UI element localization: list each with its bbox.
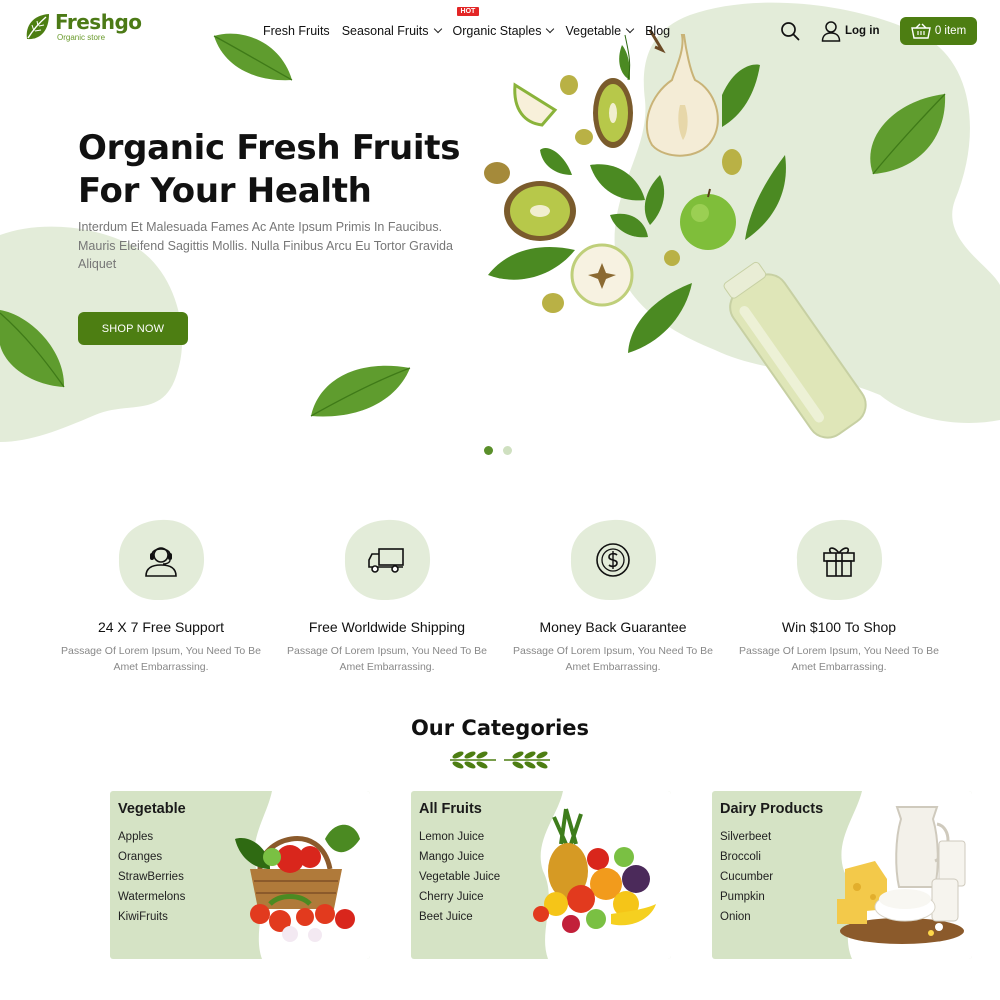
- brand-name: Freshgo: [55, 10, 142, 34]
- feature-title: Free Worldwide Shipping: [308, 619, 466, 635]
- category-list-item[interactable]: Apples: [118, 827, 185, 847]
- cart-label: 0 item: [934, 25, 967, 37]
- login-label: Log in: [845, 25, 880, 37]
- category-card-fruits[interactable]: All Fruits Lemon Juice Mango Juice Veget…: [411, 791, 671, 959]
- basket-icon: [910, 23, 931, 39]
- slider-dots: [484, 446, 512, 455]
- nav-item-seasonal-fruits[interactable]: Seasonal Fruits: [341, 24, 442, 38]
- feature-item: Free Worldwide Shipping Passage Of Lorem…: [274, 518, 500, 675]
- category-list-item[interactable]: Lemon Juice: [419, 827, 500, 847]
- user-icon: [821, 21, 841, 42]
- feature-icon-badge: [794, 518, 884, 602]
- feature-description: Passage Of Lorem Ipsum, You Need To Be A…: [61, 645, 262, 673]
- nav-label: Blog: [645, 24, 671, 38]
- gift-box-icon: [823, 547, 855, 577]
- cart-button[interactable]: 0 item: [900, 17, 977, 45]
- category-title: Dairy Products: [720, 801, 824, 817]
- feature-item: Money Back Guarantee Passage Of Lorem Ip…: [500, 518, 726, 675]
- feature-icon-badge: [342, 518, 432, 602]
- feature-description: Passage Of Lorem Ipsum, You Need To Be A…: [739, 645, 940, 673]
- vegetable-basket-image: [235, 824, 360, 942]
- feature-description: Passage Of Lorem Ipsum, You Need To Be A…: [513, 645, 714, 673]
- basil-leaf-icon: [870, 93, 946, 175]
- feature-item: 24 X 7 Free Support Passage Of Lorem Ips…: [48, 518, 274, 675]
- fruit-pile-image: [533, 808, 656, 933]
- main-nav: Fresh Fruits Seasonal Fruits HOT Organic…: [263, 7, 682, 38]
- hero-right-blob: [614, 2, 1000, 423]
- category-card-vegetable[interactable]: Vegetable Apples Oranges StrawBerries Wa…: [110, 791, 370, 959]
- basil-leaf-icon: [310, 365, 411, 417]
- chevron-down-icon: [433, 24, 442, 34]
- dollar-coin-icon: [596, 543, 630, 577]
- leaf-logo-icon: [26, 14, 49, 40]
- slider-dot-1[interactable]: [484, 446, 493, 455]
- category-title: All Fruits: [419, 801, 482, 817]
- shop-now-button[interactable]: SHOP NOW: [78, 312, 188, 345]
- category-list-item[interactable]: Beet Juice: [419, 907, 500, 927]
- category-list-item[interactable]: StrawBerries: [118, 867, 185, 887]
- hero-title: Organic Fresh Fruits For Your Health: [78, 127, 460, 213]
- category-list-item[interactable]: Onion: [720, 907, 773, 927]
- laurel-divider-icon: [450, 751, 550, 769]
- category-list-item[interactable]: Pumpkin: [720, 887, 773, 907]
- category-list: Silverbeet Broccoli Cucumber Pumpkin Oni…: [720, 827, 773, 927]
- category-list-item[interactable]: Vegetable Juice: [419, 867, 500, 887]
- features-row: 24 X 7 Free Support Passage Of Lorem Ips…: [48, 518, 952, 675]
- feature-item: Win $100 To Shop Passage Of Lorem Ipsum,…: [726, 518, 952, 675]
- nav-item-organic-staples[interactable]: HOT Organic Staples: [452, 7, 555, 38]
- nav-label: Organic Staples: [452, 24, 542, 38]
- feature-title: Money Back Guarantee: [539, 619, 687, 635]
- hero-title-line2: For Your Health: [78, 171, 372, 211]
- hero-title-line1: Organic Fresh Fruits: [78, 128, 461, 168]
- hero-description: Interdum Et Malesuada Fames Ac Ante Ipsu…: [78, 220, 453, 271]
- category-title: Vegetable: [118, 801, 186, 817]
- nav-item-fresh-fruits[interactable]: Fresh Fruits: [263, 24, 330, 38]
- categories-heading: Our Categories: [410, 716, 590, 740]
- hot-badge: HOT: [456, 7, 480, 16]
- category-list-item[interactable]: KiwiFruits: [118, 907, 185, 927]
- category-list-item[interactable]: Broccoli: [720, 847, 773, 867]
- search-icon: [781, 22, 800, 41]
- category-list: Lemon Juice Mango Juice Vegetable Juice …: [419, 827, 500, 927]
- category-list-item[interactable]: Oranges: [118, 847, 185, 867]
- nav-item-blog[interactable]: Blog: [645, 24, 670, 38]
- search-button[interactable]: [780, 21, 800, 41]
- feature-description: Passage Of Lorem Ipsum, You Need To Be A…: [287, 645, 488, 673]
- category-cards: Vegetable Apples Oranges StrawBerries Wa…: [110, 791, 972, 959]
- feature-icon-badge: [568, 518, 658, 602]
- slider-dot-2[interactable]: [503, 446, 512, 455]
- category-list-item[interactable]: Watermelons: [118, 887, 185, 907]
- feature-title: Win $100 To Shop: [781, 619, 897, 635]
- brand-logo[interactable]: Freshgo Organic store: [23, 12, 142, 42]
- basil-leaf-icon: [0, 310, 65, 388]
- category-list-item[interactable]: Cherry Juice: [419, 887, 500, 907]
- headset-support-icon: [145, 547, 177, 577]
- feature-icon-badge: [116, 518, 206, 602]
- fruit-splash-image: [484, 29, 867, 439]
- chevron-down-icon: [625, 24, 635, 34]
- nav-label: Fresh Fruits: [263, 24, 330, 38]
- brand-tagline: Organic store: [57, 33, 106, 42]
- site-header: Freshgo Organic store Fresh Fruits Seaso…: [0, 0, 1000, 62]
- dairy-products-image: [837, 806, 966, 944]
- feature-title: 24 X 7 Free Support: [97, 619, 225, 635]
- category-list-item[interactable]: Mango Juice: [419, 847, 500, 867]
- category-list-item[interactable]: Silverbeet: [720, 827, 773, 847]
- chevron-down-icon: [546, 24, 555, 34]
- delivery-truck-icon: [368, 548, 404, 573]
- nav-label: Seasonal Fruits: [341, 24, 429, 38]
- category-list-item[interactable]: Cucumber: [720, 867, 773, 887]
- category-card-dairy[interactable]: Dairy Products Silverbeet Broccoli Cucum…: [712, 791, 972, 959]
- login-button[interactable]: Log in: [821, 20, 880, 42]
- nav-item-vegetable[interactable]: Vegetable: [565, 24, 635, 38]
- nav-label: Vegetable: [565, 24, 622, 38]
- category-list: Apples Oranges StrawBerries Watermelons …: [118, 827, 185, 927]
